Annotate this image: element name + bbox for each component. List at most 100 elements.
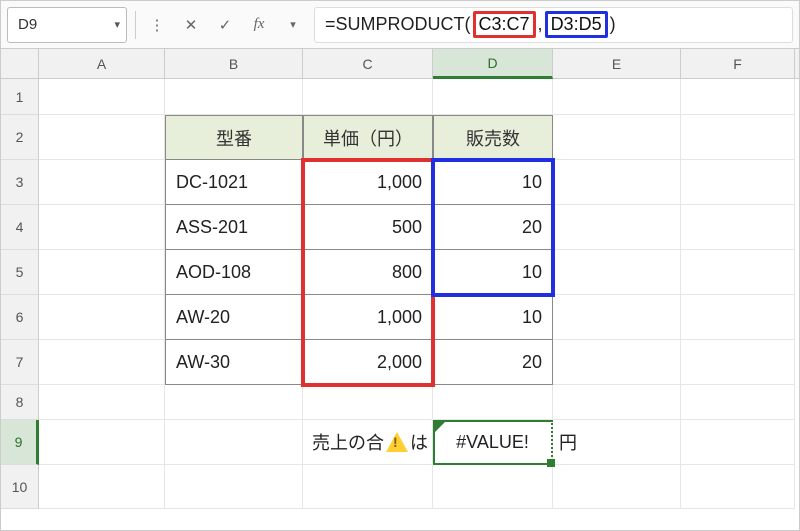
cell-E4[interactable] <box>553 205 681 250</box>
cell-A3[interactable] <box>39 160 165 205</box>
cell-B7[interactable]: AW-30 <box>165 340 303 385</box>
row-header-7[interactable]: 7 <box>1 340 39 385</box>
select-all-corner[interactable] <box>1 49 39 78</box>
cell-C1[interactable] <box>303 79 433 115</box>
cell-B10[interactable] <box>165 465 303 509</box>
cell-D10[interactable] <box>433 465 553 509</box>
cell-E8[interactable] <box>553 385 681 420</box>
cell-C10[interactable] <box>303 465 433 509</box>
row-header-10[interactable]: 10 <box>1 465 39 509</box>
warning-icon[interactable] <box>386 432 408 452</box>
table-header-qty[interactable]: 販売数 <box>433 115 553 160</box>
cell-E3[interactable] <box>553 160 681 205</box>
cell-E6[interactable] <box>553 295 681 340</box>
row-header-5[interactable]: 5 <box>1 250 39 295</box>
cell-E9[interactable]: 円 <box>553 420 681 465</box>
col-header-D[interactable]: D <box>433 49 553 79</box>
cell-E2[interactable] <box>553 115 681 160</box>
cell-F2[interactable] <box>681 115 795 160</box>
cell-F1[interactable] <box>681 79 795 115</box>
cell-F4[interactable] <box>681 205 795 250</box>
confirm-icon[interactable]: ✓ <box>212 11 238 39</box>
cell-D8[interactable] <box>433 385 553 420</box>
spreadsheet-grid[interactable]: A B C D E F 1 2 型番 単価（円） 販売数 3 DC-102 <box>1 49 799 509</box>
cell-F5[interactable] <box>681 250 795 295</box>
table-header-model[interactable]: 型番 <box>165 115 303 160</box>
summary-label-suffix: は <box>410 429 428 455</box>
row-header-4[interactable]: 4 <box>1 205 39 250</box>
formula-input[interactable]: =SUMPRODUCT( C3:C7 , D3:D5 ) <box>314 7 793 43</box>
cell-D5[interactable]: 10 <box>433 250 553 295</box>
cell-C9[interactable]: 売上の合 は <box>303 420 433 465</box>
cell-B6[interactable]: AW-20 <box>165 295 303 340</box>
cell-A6[interactable] <box>39 295 165 340</box>
row-header-9[interactable]: 9 <box>1 420 39 465</box>
formula-ref2: D3:D5 <box>545 11 608 38</box>
formula-sep: , <box>538 14 543 35</box>
cell-B4[interactable]: ASS-201 <box>165 205 303 250</box>
cell-A4[interactable] <box>39 205 165 250</box>
fx-icon[interactable]: fx <box>246 11 272 39</box>
cell-B8[interactable] <box>165 385 303 420</box>
name-box-value: D9 <box>18 16 37 33</box>
cell-C7[interactable]: 2,000 <box>303 340 433 385</box>
formula-prefix: =SUMPRODUCT( <box>325 14 471 35</box>
formula-suffix: ) <box>610 14 616 35</box>
row-header-8[interactable]: 8 <box>1 385 39 420</box>
cell-F7[interactable] <box>681 340 795 385</box>
col-header-F[interactable]: F <box>681 49 795 78</box>
cell-B1[interactable] <box>165 79 303 115</box>
summary-value: #VALUE! <box>456 432 529 453</box>
cell-C4[interactable]: 500 <box>303 205 433 250</box>
cell-A5[interactable] <box>39 250 165 295</box>
cell-D7[interactable]: 20 <box>433 340 553 385</box>
col-header-E[interactable]: E <box>553 49 681 78</box>
error-indicator-icon[interactable] <box>435 422 445 432</box>
row-header-6[interactable]: 6 <box>1 295 39 340</box>
cell-D6[interactable]: 10 <box>433 295 553 340</box>
row-header-1[interactable]: 1 <box>1 79 39 115</box>
cell-E7[interactable] <box>553 340 681 385</box>
cell-E1[interactable] <box>553 79 681 115</box>
cell-D1[interactable] <box>433 79 553 115</box>
divider <box>135 11 136 39</box>
rows: 1 2 型番 単価（円） 販売数 3 DC-1021 1,000 10 <box>1 79 799 509</box>
cell-C5[interactable]: 800 <box>303 250 433 295</box>
cell-A10[interactable] <box>39 465 165 509</box>
cell-A8[interactable] <box>39 385 165 420</box>
cell-C6[interactable]: 1,000 <box>303 295 433 340</box>
cell-B9[interactable] <box>165 420 303 465</box>
cell-F3[interactable] <box>681 160 795 205</box>
cell-A7[interactable] <box>39 340 165 385</box>
chevron-down-icon[interactable]: ▾ <box>114 18 120 31</box>
cell-D3[interactable]: 10 <box>433 160 553 205</box>
cancel-icon[interactable]: ✕ <box>178 11 204 39</box>
cell-A9[interactable] <box>39 420 165 465</box>
more-icon[interactable]: ⋮ <box>144 11 170 39</box>
cell-F8[interactable] <box>681 385 795 420</box>
cell-B3[interactable]: DC-1021 <box>165 160 303 205</box>
cell-A1[interactable] <box>39 79 165 115</box>
name-box[interactable]: D9 ▾ <box>7 7 127 43</box>
row-header-2[interactable]: 2 <box>1 115 39 160</box>
chevron-down-icon[interactable]: ▾ <box>280 11 306 39</box>
formula-bar: D9 ▾ ⋮ ✕ ✓ fx ▾ =SUMPRODUCT( C3:C7 , D3:… <box>1 1 799 49</box>
cell-D4[interactable]: 20 <box>433 205 553 250</box>
formula-ref1: C3:C7 <box>473 11 536 38</box>
cell-F10[interactable] <box>681 465 795 509</box>
table-header-price[interactable]: 単価（円） <box>303 115 433 160</box>
cell-F9[interactable] <box>681 420 795 465</box>
row-header-3[interactable]: 3 <box>1 160 39 205</box>
cell-E5[interactable] <box>553 250 681 295</box>
col-header-C[interactable]: C <box>303 49 433 78</box>
col-header-B[interactable]: B <box>165 49 303 78</box>
cell-C8[interactable] <box>303 385 433 420</box>
cell-E10[interactable] <box>553 465 681 509</box>
cell-D9-active[interactable]: #VALUE! <box>433 420 553 465</box>
cell-A2[interactable] <box>39 115 165 160</box>
cell-B5[interactable]: AOD-108 <box>165 250 303 295</box>
col-header-A[interactable]: A <box>39 49 165 78</box>
column-headers: A B C D E F <box>1 49 799 79</box>
cell-C3[interactable]: 1,000 <box>303 160 433 205</box>
cell-F6[interactable] <box>681 295 795 340</box>
